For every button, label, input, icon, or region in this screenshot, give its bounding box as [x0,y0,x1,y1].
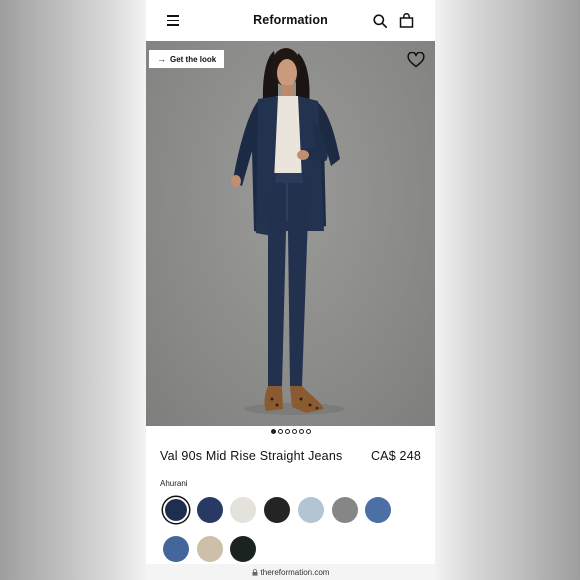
color-swatch[interactable] [196,536,223,562]
color-swatch[interactable] [230,497,257,523]
color-swatch[interactable] [230,536,257,562]
site-header: Reformation [146,0,435,41]
brand-logo[interactable]: Reformation [146,13,435,27]
carousel-dot[interactable] [291,429,297,434]
color-swatch[interactable] [163,536,189,562]
color-swatch[interactable] [297,497,324,523]
model-photo [231,48,344,415]
selected-color-name: Ahurani [160,479,188,488]
carousel-dot[interactable] [284,429,290,434]
get-the-look-button[interactable]: → Get the look [149,50,224,68]
carousel-dot[interactable] [270,429,276,434]
url-text: thereformation.com [260,567,330,577]
carousel-dot[interactable] [305,429,311,434]
heart-icon[interactable] [407,52,425,68]
color-swatch[interactable] [196,497,223,523]
arrow-right-icon: → [157,54,166,64]
color-swatch[interactable] [365,497,392,523]
carousel-dot[interactable] [277,429,283,434]
get-the-look-label: Get the look [170,54,217,64]
product-price: CA$ 248 [370,449,421,463]
product-title-row: Val 90s Mid Rise Straight Jeans CA$ 248 [160,449,421,463]
color-swatch[interactable] [331,497,358,523]
search-icon[interactable] [373,14,387,28]
color-swatch[interactable] [163,497,189,523]
color-swatch[interactable] [264,497,291,523]
carousel-dot[interactable] [298,429,304,434]
carousel-indicator [146,429,435,437]
product-image[interactable]: → Get the look [146,41,435,426]
product-name: Val 90s Mid Rise Straight Jeans [160,449,343,463]
phone-screen: Reformation → Get the look Val 90s Mid R… [146,0,435,580]
lock-icon [252,568,258,576]
shopping-bag-icon[interactable] [399,13,414,28]
browser-url-bar[interactable]: thereformation.com [146,564,435,580]
